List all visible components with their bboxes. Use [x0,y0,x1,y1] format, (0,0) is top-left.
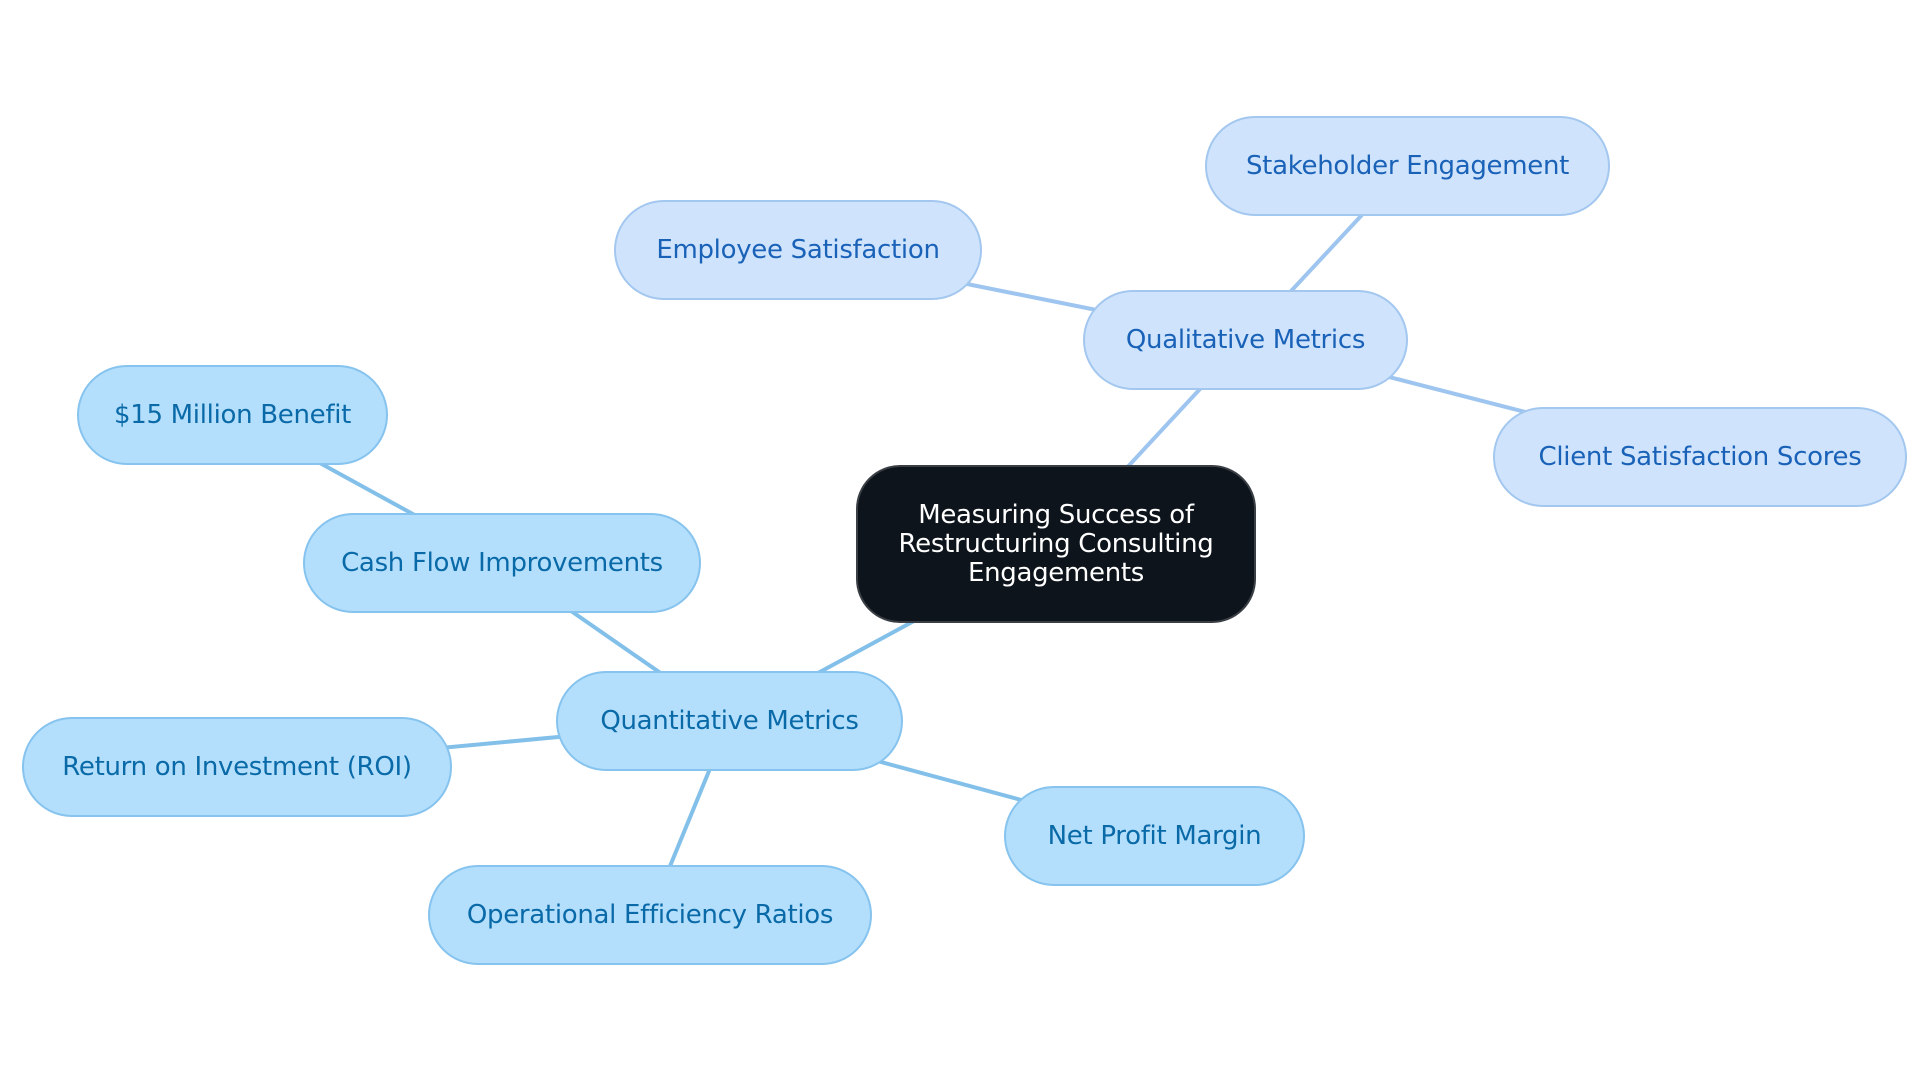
root-node-label: Measuring Success of Restructuring Consu… [898,499,1214,588]
node-15-million-benefit[interactable]: $15 Million Benefit [77,365,388,465]
node-label: Operational Efficiency Ratios [466,900,834,930]
node-qualitative-metrics[interactable]: Qualitative Metrics [1083,290,1408,390]
node-return-on-investment[interactable]: Return on Investment (ROI) [22,717,452,817]
node-label: Employee Satisfaction [656,235,940,265]
node-label: Net Profit Margin [1047,821,1262,851]
node-operational-efficiency-ratios[interactable]: Operational Efficiency Ratios [428,865,872,965]
node-label: Return on Investment (ROI) [62,752,412,782]
node-label: $15 Million Benefit [113,400,352,430]
node-label: Client Satisfaction Scores [1538,442,1862,472]
node-client-satisfaction-scores[interactable]: Client Satisfaction Scores [1493,407,1907,507]
node-employee-satisfaction[interactable]: Employee Satisfaction [614,200,982,300]
node-label: Qualitative Metrics [1125,325,1366,355]
node-label: Cash Flow Improvements [341,548,663,578]
node-quantitative-metrics[interactable]: Quantitative Metrics [556,671,903,771]
node-label: Quantitative Metrics [600,706,859,736]
node-label: Stakeholder Engagement [1245,151,1570,181]
node-stakeholder-engagement[interactable]: Stakeholder Engagement [1205,116,1610,216]
node-cash-flow-improvements[interactable]: Cash Flow Improvements [303,513,701,613]
root-node-measuring-success[interactable]: Measuring Success of Restructuring Consu… [856,465,1256,623]
node-net-profit-margin[interactable]: Net Profit Margin [1004,786,1305,886]
